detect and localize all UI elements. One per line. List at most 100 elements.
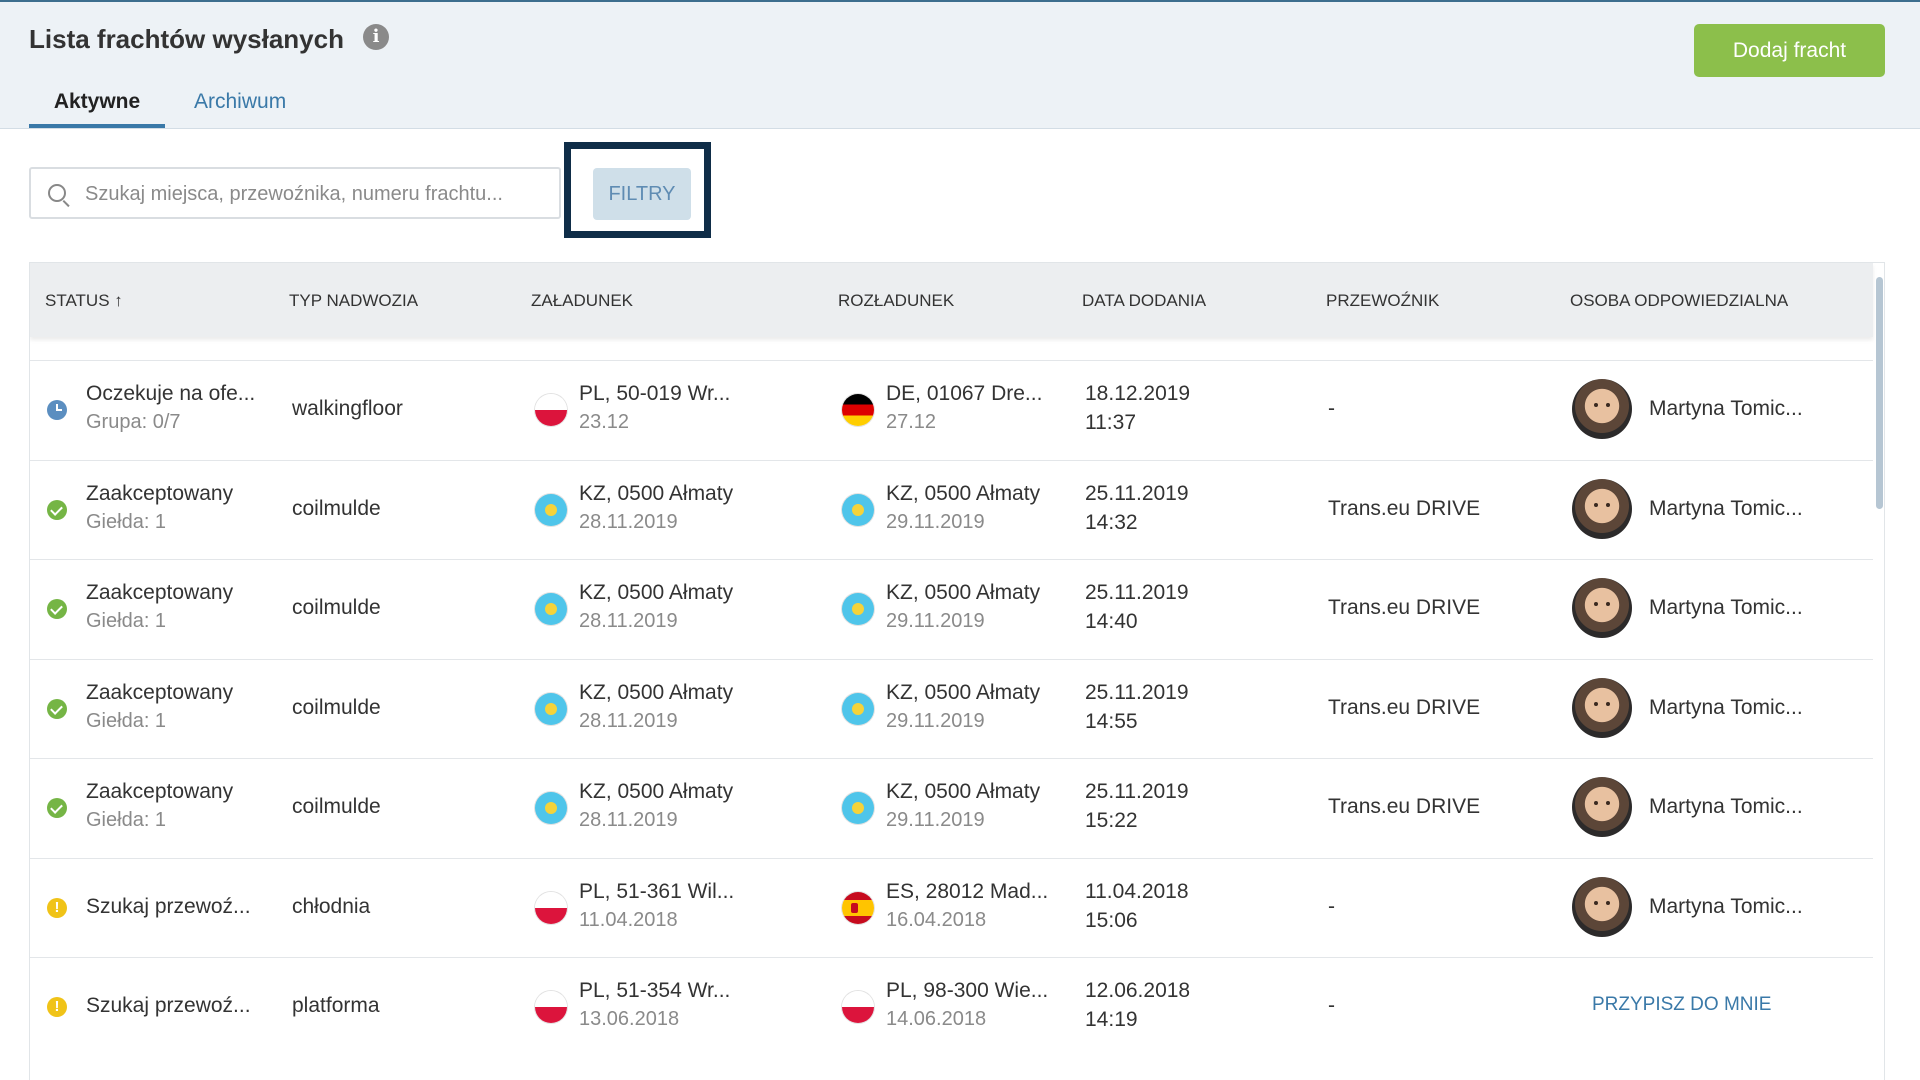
- column-date-added[interactable]: DATA DODANIA: [1082, 291, 1206, 311]
- status-label: Zaakceptowany: [86, 680, 234, 704]
- date-added: 25.11.2019: [1085, 581, 1189, 604]
- unloading-date: 29.11.2019: [886, 610, 985, 632]
- avatar: [1572, 379, 1632, 439]
- freight-table: STATUS ↑ TYP NADWOZIA ZAŁADUNEK ROZŁADUN…: [29, 262, 1885, 1080]
- responsible-person: Martyna Tomic...: [1649, 795, 1803, 818]
- unloading-place: KZ, 0500 Ałmaty: [886, 581, 1041, 604]
- column-status[interactable]: STATUS ↑: [45, 291, 123, 311]
- add-freight-button[interactable]: Dodaj fracht: [1694, 24, 1885, 77]
- responsible-person: Martyna Tomic...: [1649, 496, 1803, 520]
- table-row[interactable]: Zaakceptowany Giełda: 1 coilmulde KZ, 0500 …: [30, 658, 1873, 758]
- flag-kz-icon: [842, 493, 874, 526]
- unloading-place: KZ, 0500 Ałmaty: [886, 780, 1041, 803]
- table-row[interactable]: ! Szukaj przewoź... chłodnia PL, 51-361 Wil…: [30, 857, 1873, 957]
- unloading-date: 29.11.2019: [886, 709, 985, 732]
- table-row[interactable]: Oczekuje na ofe... Grupa: 0/7 walkingfloor…: [30, 360, 1873, 459]
- status-sub: Giełda: 1: [86, 809, 167, 831]
- status-sub: Giełda: 1: [86, 610, 167, 632]
- loading-place: PL, 51-361 Wil...: [579, 879, 735, 903]
- carrier: Trans.eu DRIVE: [1328, 795, 1481, 818]
- unloading-date: 14.06.2018: [886, 1008, 987, 1030]
- carrier: Trans.eu DRIVE: [1328, 596, 1481, 619]
- scrollbar-thumb[interactable]: [1876, 277, 1883, 509]
- filters-button[interactable]: FILTRY: [593, 168, 691, 220]
- time-added: 14:19: [1085, 1008, 1138, 1031]
- table-header: STATUS ↑ TYP NADWOZIA ZAŁADUNEK ROZŁADUN…: [30, 263, 1873, 337]
- status-sub: Giełda: 1: [86, 510, 167, 533]
- carrier: Trans.eu DRIVE: [1328, 496, 1481, 520]
- search-box: [29, 167, 561, 219]
- avatar: [1572, 478, 1632, 539]
- body-type: coilmulde: [292, 695, 381, 719]
- flag-kz-icon: [535, 792, 567, 824]
- date-added: 25.11.2019: [1085, 481, 1189, 505]
- loading-place: KZ, 0500 Ałmaty: [579, 680, 734, 704]
- table-row[interactable]: Zaakceptowany Giełda: 1 coilmulde KZ, 0500 …: [30, 459, 1873, 559]
- flag-de-icon: [842, 394, 874, 426]
- unloading-date: 16.04.2018: [886, 908, 987, 931]
- loading-place: KZ, 0500 Ałmaty: [579, 581, 734, 604]
- body-type: coilmulde: [292, 596, 381, 619]
- unloading-place: DE, 01067 Dre...: [886, 382, 1043, 405]
- loading-date: 28.11.2019: [579, 809, 678, 831]
- flag-pl-icon: [535, 394, 567, 426]
- loading-place: PL, 51-354 Wr...: [579, 979, 731, 1002]
- flag-kz-icon: [535, 692, 567, 725]
- time-added: 14:55: [1085, 709, 1138, 733]
- loading-place: PL, 50-019 Wr...: [579, 382, 731, 405]
- time-added: 11:37: [1085, 411, 1136, 434]
- time-added: 14:40: [1085, 610, 1138, 633]
- check-icon: [47, 499, 67, 520]
- assign-to-me-link[interactable]: PRZYPISZ DO MNIE: [1592, 994, 1771, 1016]
- responsible-person: Martyna Tomic...: [1649, 894, 1803, 918]
- check-icon: [47, 599, 67, 619]
- carrier: -: [1328, 994, 1335, 1017]
- status-label: Zaakceptowany: [86, 581, 234, 604]
- clock-icon: [47, 400, 67, 420]
- warning-icon: !: [47, 997, 67, 1017]
- time-added: 15:06: [1085, 908, 1138, 932]
- column-unloading[interactable]: ROZŁADUNEK: [838, 291, 954, 311]
- avatar: [1572, 777, 1632, 837]
- flag-pl-icon: [535, 991, 567, 1023]
- status-label: Zaakceptowany: [86, 780, 234, 803]
- column-body-type[interactable]: TYP NADWOZIA: [289, 291, 418, 311]
- status-label: Oczekuje na ofe...: [86, 382, 256, 405]
- date-added: 11.04.2018: [1085, 879, 1189, 903]
- loading-date: 23.12: [579, 411, 630, 433]
- status-label: Zaakceptowany: [86, 481, 234, 505]
- responsible-person: Martyna Tomic...: [1649, 397, 1803, 420]
- column-loading[interactable]: ZAŁADUNEK: [531, 291, 633, 311]
- date-added: 18.12.2019: [1085, 382, 1191, 405]
- column-carrier[interactable]: PRZEWOŹNIK: [1326, 291, 1439, 311]
- carrier: -: [1328, 894, 1335, 918]
- flag-kz-icon: [535, 493, 567, 526]
- table-row[interactable]: Zaakceptowany Giełda: 1 coilmulde KZ, 0500 …: [30, 758, 1873, 857]
- unloading-place: ES, 28012 Mad...: [886, 879, 1049, 903]
- column-responsible[interactable]: OSOBA ODPOWIEDZIALNA: [1570, 291, 1788, 311]
- tab-active[interactable]: Aktywne: [29, 90, 165, 128]
- loading-place: KZ, 0500 Ałmaty: [579, 780, 734, 803]
- flag-pl-icon: [535, 891, 567, 924]
- loading-date: 13.06.2018: [579, 1008, 680, 1030]
- carrier: -: [1328, 397, 1335, 420]
- avatar: [1572, 876, 1632, 937]
- table-row[interactable]: ! Szukaj przewoź... platforma PL, 51-354 Wr…: [30, 957, 1873, 1056]
- tab-archive[interactable]: Archiwum: [174, 90, 306, 128]
- info-icon[interactable]: i: [363, 24, 389, 50]
- loading-date: 11.04.2018: [579, 908, 678, 931]
- unloading-place: PL, 98-300 Wie...: [886, 979, 1049, 1002]
- avatar: [1572, 578, 1632, 638]
- body-type: chłodnia: [292, 894, 371, 918]
- filter-highlight-frame: FILTRY: [564, 142, 711, 238]
- unloading-date: 29.11.2019: [886, 510, 985, 533]
- table-scrollbar[interactable]: [1874, 277, 1884, 777]
- flag-kz-icon: [535, 593, 567, 625]
- page-title: Lista frachtów wysłanych: [29, 24, 344, 54]
- loading-date: 28.11.2019: [579, 510, 678, 533]
- loading-date: 28.11.2019: [579, 709, 678, 732]
- search-input[interactable]: [83, 179, 547, 209]
- search-icon: [48, 184, 66, 202]
- table-row[interactable]: Zaakceptowany Giełda: 1 coilmulde KZ, 0500 …: [30, 559, 1873, 658]
- unloading-place: KZ, 0500 Ałmaty: [886, 680, 1041, 704]
